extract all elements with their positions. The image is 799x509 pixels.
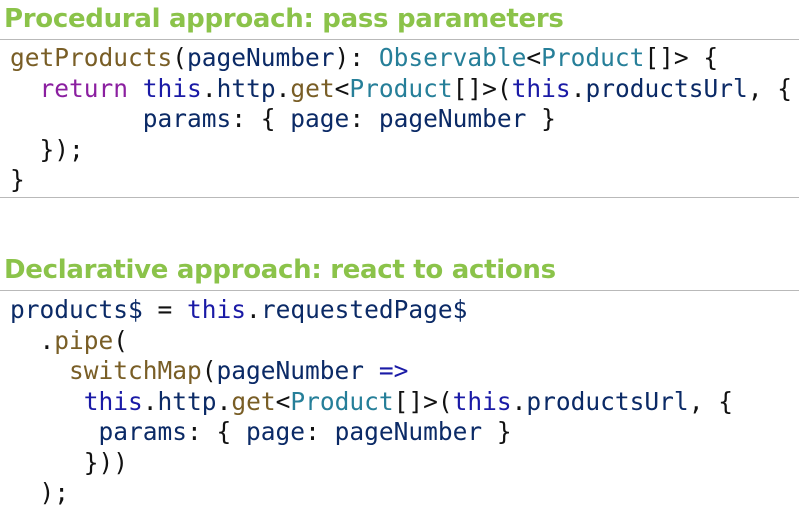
code-token: < (334, 73, 350, 103)
code-token: products$ (10, 295, 143, 324)
code-token: . (511, 386, 527, 416)
code-token: ( (113, 325, 129, 355)
code-token: ): (334, 43, 379, 72)
code-token: . (142, 386, 158, 416)
code-token: pageNumber (187, 43, 335, 72)
code-token: switchMap (69, 356, 202, 385)
code-line: ); (10, 478, 733, 509)
code-line: .pipe( (10, 326, 733, 357)
code-token: . (201, 73, 217, 103)
procedural-bottom-divider (0, 197, 799, 198)
code-token: this (187, 295, 247, 324)
code-line: getProducts(pageNumber): Observable<Prod… (10, 43, 792, 74)
code-line: products$ = this.requestedPage$ (10, 295, 733, 326)
code-token: this (83, 386, 143, 416)
code-line: params: { page: pageNumber } (10, 417, 733, 448)
code-token: this (452, 386, 512, 416)
code-line: return this.http.get<Product[]>(this.pro… (10, 74, 792, 105)
code-token: } (10, 165, 25, 194)
code-token: []>( (393, 386, 453, 416)
code-token: => (378, 356, 409, 385)
code-token: get (231, 386, 276, 416)
code-token: []>( (452, 73, 512, 103)
code-token: }); (39, 134, 84, 164)
code-token: . (570, 73, 586, 103)
code-line: })) (10, 448, 733, 479)
code-token: pipe (54, 325, 114, 355)
code-token: ); (39, 478, 70, 507)
code-token: getProducts (10, 43, 173, 72)
code-token: : (305, 417, 335, 446)
code-line: params: { page: pageNumber } (10, 104, 792, 135)
code-line: this.http.get<Product[]>(this.productsUr… (10, 387, 733, 418)
code-line: } (10, 165, 792, 196)
code-token: Product (349, 73, 453, 103)
code-token: ( (201, 356, 217, 385)
code-token: pageNumber (378, 104, 527, 133)
code-token: productsUrl (585, 73, 748, 103)
code-token: params (98, 417, 188, 446)
code-token: })) (83, 447, 129, 477)
code-token: , { (747, 73, 792, 103)
code-token: Product (541, 43, 645, 72)
code-token: ( (172, 43, 188, 72)
code-token: this (142, 73, 202, 103)
code-token: http (216, 73, 276, 103)
code-token: http (157, 386, 217, 416)
code-token: requestedPage$ (260, 295, 468, 324)
code-token: : (349, 104, 379, 133)
code-token: this (511, 73, 571, 103)
code-token: : { (187, 417, 247, 446)
code-line: switchMap(pageNumber => (10, 356, 733, 387)
code-token: < (526, 43, 542, 72)
code-token: Product (290, 386, 394, 416)
code-token: , { (688, 386, 733, 416)
declarative-code-block: products$ = this.requestedPage$ .pipe( s… (10, 295, 733, 509)
code-token: get (290, 73, 335, 103)
code-token: = (142, 295, 188, 324)
declarative-top-divider (0, 290, 799, 291)
procedural-top-divider (0, 39, 799, 40)
code-line: }); (10, 135, 792, 166)
code-token: : { (231, 104, 291, 133)
code-token: params (142, 104, 232, 133)
code-token: page (246, 417, 306, 446)
code-token: . (39, 325, 55, 355)
code-token: } (482, 417, 512, 446)
code-token: page (290, 104, 350, 133)
code-token: return (39, 73, 129, 103)
procedural-approach-title: Procedural approach: pass parameters (4, 4, 564, 34)
code-token: < (275, 386, 291, 416)
code-token: []> { (644, 43, 719, 72)
code-token: . (275, 73, 291, 103)
code-token: Observable (378, 43, 527, 72)
declarative-approach-title: Declarative approach: react to actions (4, 255, 556, 285)
procedural-code-block: getProducts(pageNumber): Observable<Prod… (10, 43, 792, 196)
code-token: . (216, 386, 232, 416)
code-token: pageNumber (216, 356, 365, 385)
code-token: } (526, 104, 556, 133)
code-token: . (246, 295, 261, 324)
code-token: productsUrl (526, 386, 689, 416)
code-token: pageNumber (334, 417, 483, 446)
